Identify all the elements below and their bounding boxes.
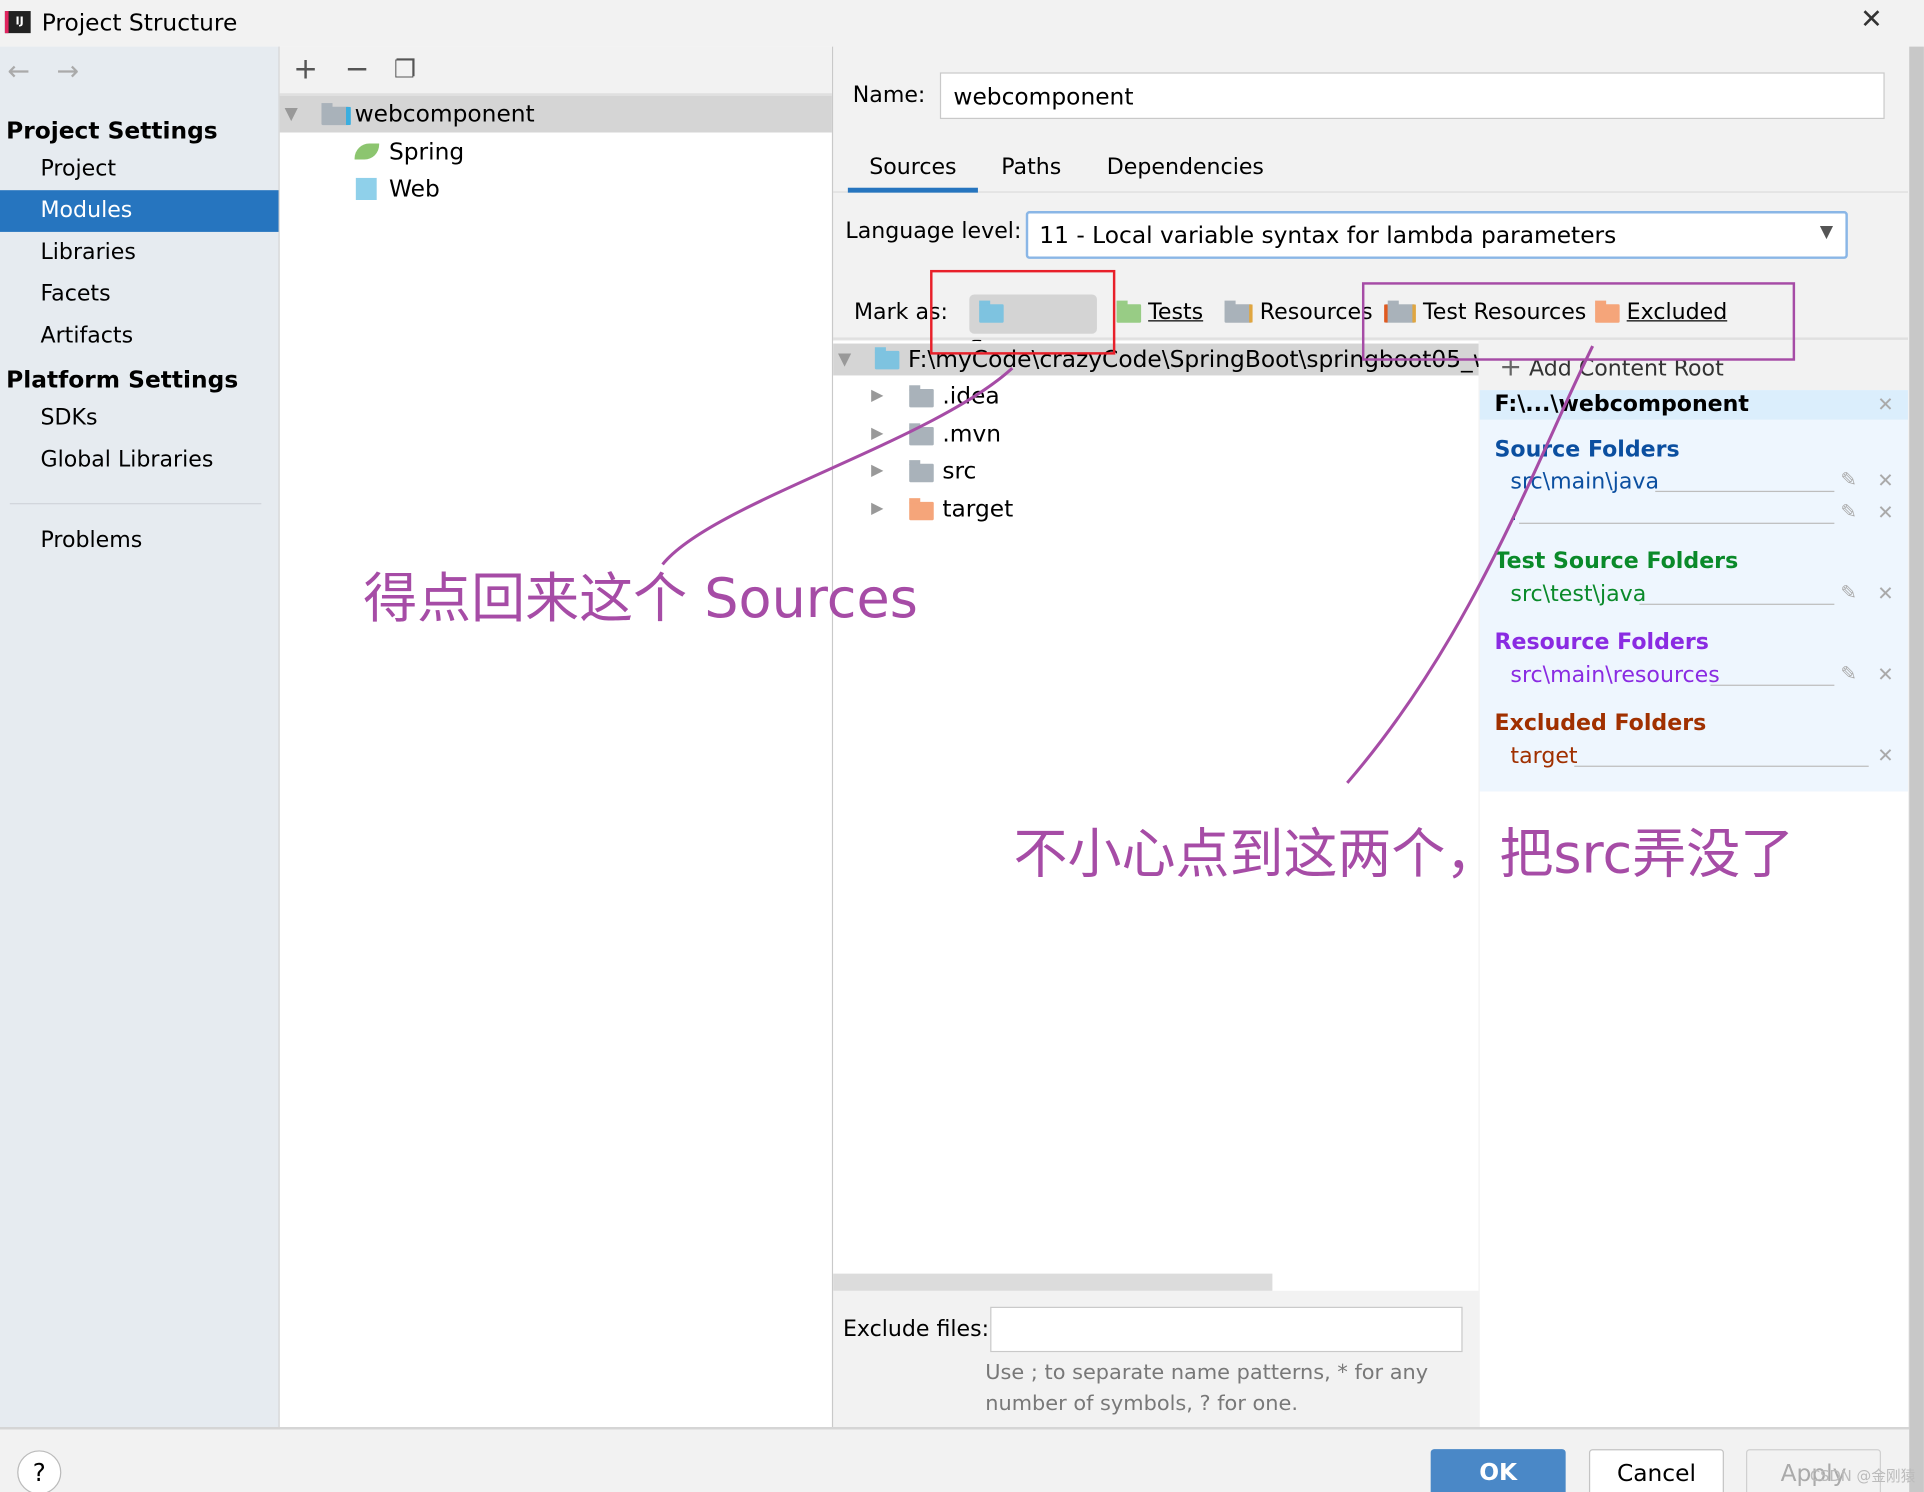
annotation-note-1: 得点回来这个 Sources (363, 568, 918, 631)
annotation-arrows (661, 345, 1595, 784)
annotation-note-2: 不小心点到这两个，把src弄没了 (1013, 823, 1795, 886)
annotation-line-1 (661, 366, 1014, 566)
annotation-line-2 (1346, 345, 1595, 784)
project-structure-dialog: IJ Project Structure ✕ ← → Project Setti… (0, 0, 1924, 1492)
